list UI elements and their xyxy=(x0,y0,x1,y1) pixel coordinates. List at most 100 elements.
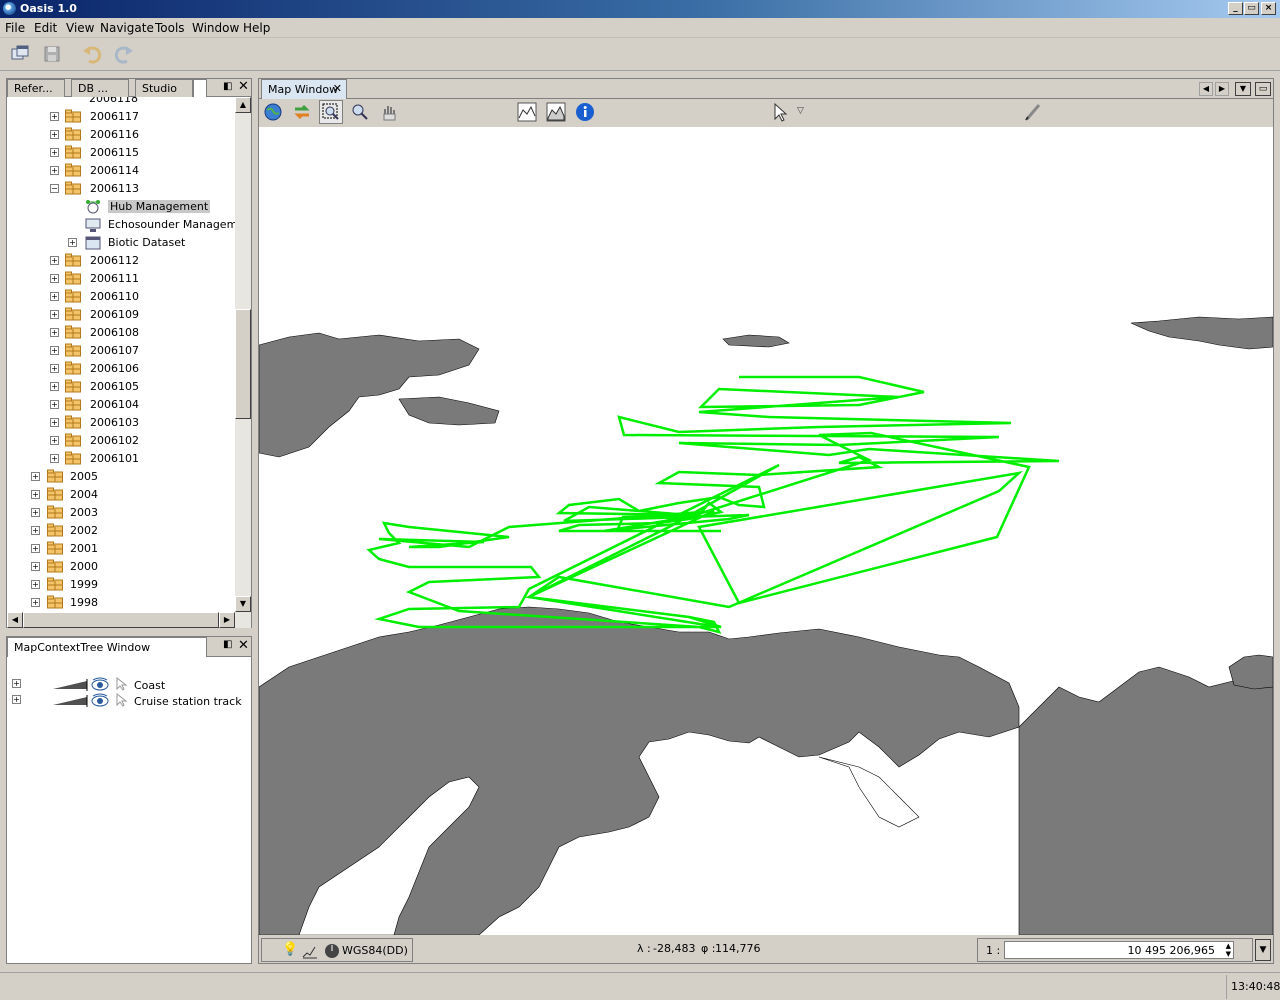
tree-item[interactable]: +2006114 xyxy=(7,162,235,180)
expand-icon[interactable]: + xyxy=(31,562,40,571)
tree-item[interactable]: +2006108 xyxy=(7,324,235,342)
hscroll-thumb[interactable] xyxy=(23,612,219,628)
tab-scroll-left-icon[interactable]: ◀ xyxy=(1199,82,1213,96)
visibility-eye-icon[interactable] xyxy=(91,677,109,691)
expand-icon[interactable]: + xyxy=(50,274,59,283)
tree-item[interactable]: +2006102 xyxy=(7,432,235,450)
expand-icon[interactable]: + xyxy=(50,112,59,121)
scroll-right-button[interactable]: ▶ xyxy=(219,612,235,628)
expand-icon[interactable]: + xyxy=(50,130,59,139)
tree-item[interactable]: +2003 xyxy=(7,504,235,522)
expand-icon[interactable]: + xyxy=(50,436,59,445)
expand-icon[interactable]: + xyxy=(50,418,59,427)
scale-spinner-icon[interactable]: ▲ ▼ xyxy=(1226,942,1231,958)
tree-item[interactable]: +2006111 xyxy=(7,270,235,288)
pointer-select-icon[interactable] xyxy=(768,100,792,124)
expand-icon[interactable]: + xyxy=(50,148,59,157)
menu-view[interactable]: View xyxy=(66,21,94,35)
menu-edit[interactable]: Edit xyxy=(34,21,57,35)
select-dropdown-icon[interactable]: ▽ xyxy=(797,106,804,116)
tree-item[interactable]: +2006109 xyxy=(7,306,235,324)
context-tab-title[interactable]: MapContextTree Window xyxy=(7,637,207,657)
expand-icon[interactable]: + xyxy=(50,292,59,301)
minimize-button[interactable]: _ xyxy=(1228,2,1243,15)
tab-map-window[interactable]: Map Window ✕ xyxy=(261,79,347,99)
close-button[interactable]: × xyxy=(1261,2,1276,15)
scale-dropdown-icon[interactable]: ▼ xyxy=(1255,939,1271,961)
tree-item[interactable]: +2006105 xyxy=(7,378,235,396)
menu-help[interactable]: Help xyxy=(243,21,270,35)
scroll-thumb[interactable] xyxy=(235,309,251,419)
menu-tools[interactable]: Tools xyxy=(155,21,185,35)
tree-item[interactable]: +2001 xyxy=(7,540,235,558)
expand-icon[interactable]: + xyxy=(50,346,59,355)
menu-navigate[interactable]: Navigate xyxy=(100,21,154,35)
tree-item[interactable]: Echosounder Management xyxy=(7,216,235,234)
zoom-rect-icon[interactable] xyxy=(319,100,343,124)
tree-item[interactable]: +2006110 xyxy=(7,288,235,306)
tree-item-partial[interactable]: 2006118 xyxy=(7,97,235,108)
scroll-left-button[interactable]: ◀ xyxy=(7,612,23,628)
tab-close-icon[interactable]: ✕ xyxy=(333,82,342,95)
select-cursor-icon[interactable] xyxy=(115,677,127,691)
tree-item[interactable]: +2006103 xyxy=(7,414,235,432)
tree-item[interactable]: Hub Management xyxy=(7,198,235,216)
visibility-eye-icon[interactable] xyxy=(91,693,109,707)
panel-close-icon[interactable]: ✕ xyxy=(238,638,249,653)
tree-item[interactable]: +1999 xyxy=(7,576,235,594)
restore-button[interactable]: ▭ xyxy=(1244,2,1259,15)
info-icon[interactable] xyxy=(573,100,597,124)
tree-item[interactable]: +2006101 xyxy=(7,450,235,468)
panel-close-icon[interactable]: ✕ xyxy=(238,79,249,94)
maximize-icon[interactable]: ▭ xyxy=(1255,82,1271,96)
expand-icon[interactable]: + xyxy=(31,490,40,499)
tree-item[interactable]: +2006112 xyxy=(7,252,235,270)
select-cursor-icon[interactable] xyxy=(115,693,127,707)
save-icon[interactable] xyxy=(40,42,64,66)
tree-item[interactable]: + Biotic Dataset xyxy=(7,234,235,252)
menu-file[interactable]: File xyxy=(5,21,25,35)
tab-studio[interactable]: Studio xyxy=(135,79,193,97)
expand-icon[interactable]: + xyxy=(50,400,59,409)
tree-item[interactable]: +2006116 xyxy=(7,126,235,144)
tree-item[interactable]: +2006107 xyxy=(7,342,235,360)
tree-item[interactable]: − 2006113 xyxy=(7,180,235,198)
expand-icon[interactable]: + xyxy=(68,238,77,247)
expand-icon[interactable]: + xyxy=(50,256,59,265)
tree-item[interactable]: +2000 xyxy=(7,558,235,576)
refresh-layers-icon[interactable] xyxy=(290,100,314,124)
tab-references[interactable]: Refer... xyxy=(7,79,65,97)
panel-minimize-icon[interactable]: ◧ xyxy=(223,639,232,650)
expand-icon[interactable]: + xyxy=(31,526,40,535)
undo-icon[interactable] xyxy=(80,42,104,66)
scroll-down-button[interactable]: ▼ xyxy=(235,596,251,612)
expand-icon[interactable]: + xyxy=(50,364,59,373)
zoom-icon[interactable] xyxy=(348,100,372,124)
expand-icon[interactable]: + xyxy=(31,598,40,607)
expand-icon[interactable]: + xyxy=(50,454,59,463)
panel-minimize-icon[interactable]: ◧ xyxy=(223,81,232,92)
expand-icon[interactable]: + xyxy=(31,472,40,481)
map-canvas[interactable] xyxy=(259,127,1273,935)
light-bulb-icon[interactable]: 💡 xyxy=(282,942,298,957)
compass-icon[interactable] xyxy=(324,943,340,959)
expand-icon[interactable]: + xyxy=(31,580,40,589)
tab-list-icon[interactable]: ▼ xyxy=(1235,82,1251,96)
previous-extent-icon[interactable] xyxy=(544,100,568,124)
expand-icon[interactable]: + xyxy=(31,544,40,553)
full-extent-icon[interactable] xyxy=(515,100,539,124)
pen-edit-icon[interactable] xyxy=(1021,100,1045,124)
crs-label[interactable]: WGS84(DD) xyxy=(342,944,408,957)
expand-icon[interactable]: + xyxy=(50,166,59,175)
expand-icon[interactable]: + xyxy=(12,679,21,688)
windows-icon[interactable] xyxy=(8,42,32,66)
tree-item[interactable]: +1998 xyxy=(7,594,235,612)
tree-item[interactable]: +2004 xyxy=(7,486,235,504)
tree-item[interactable]: +2005 xyxy=(7,468,235,486)
tree-item[interactable]: +2006115 xyxy=(7,144,235,162)
scroll-up-button[interactable]: ▲ xyxy=(235,97,251,113)
tab-scroll-right-icon[interactable]: ▶ xyxy=(1215,82,1229,96)
map-svg[interactable] xyxy=(259,127,1273,935)
expand-icon[interactable]: + xyxy=(31,508,40,517)
tab-active[interactable] xyxy=(193,79,207,97)
